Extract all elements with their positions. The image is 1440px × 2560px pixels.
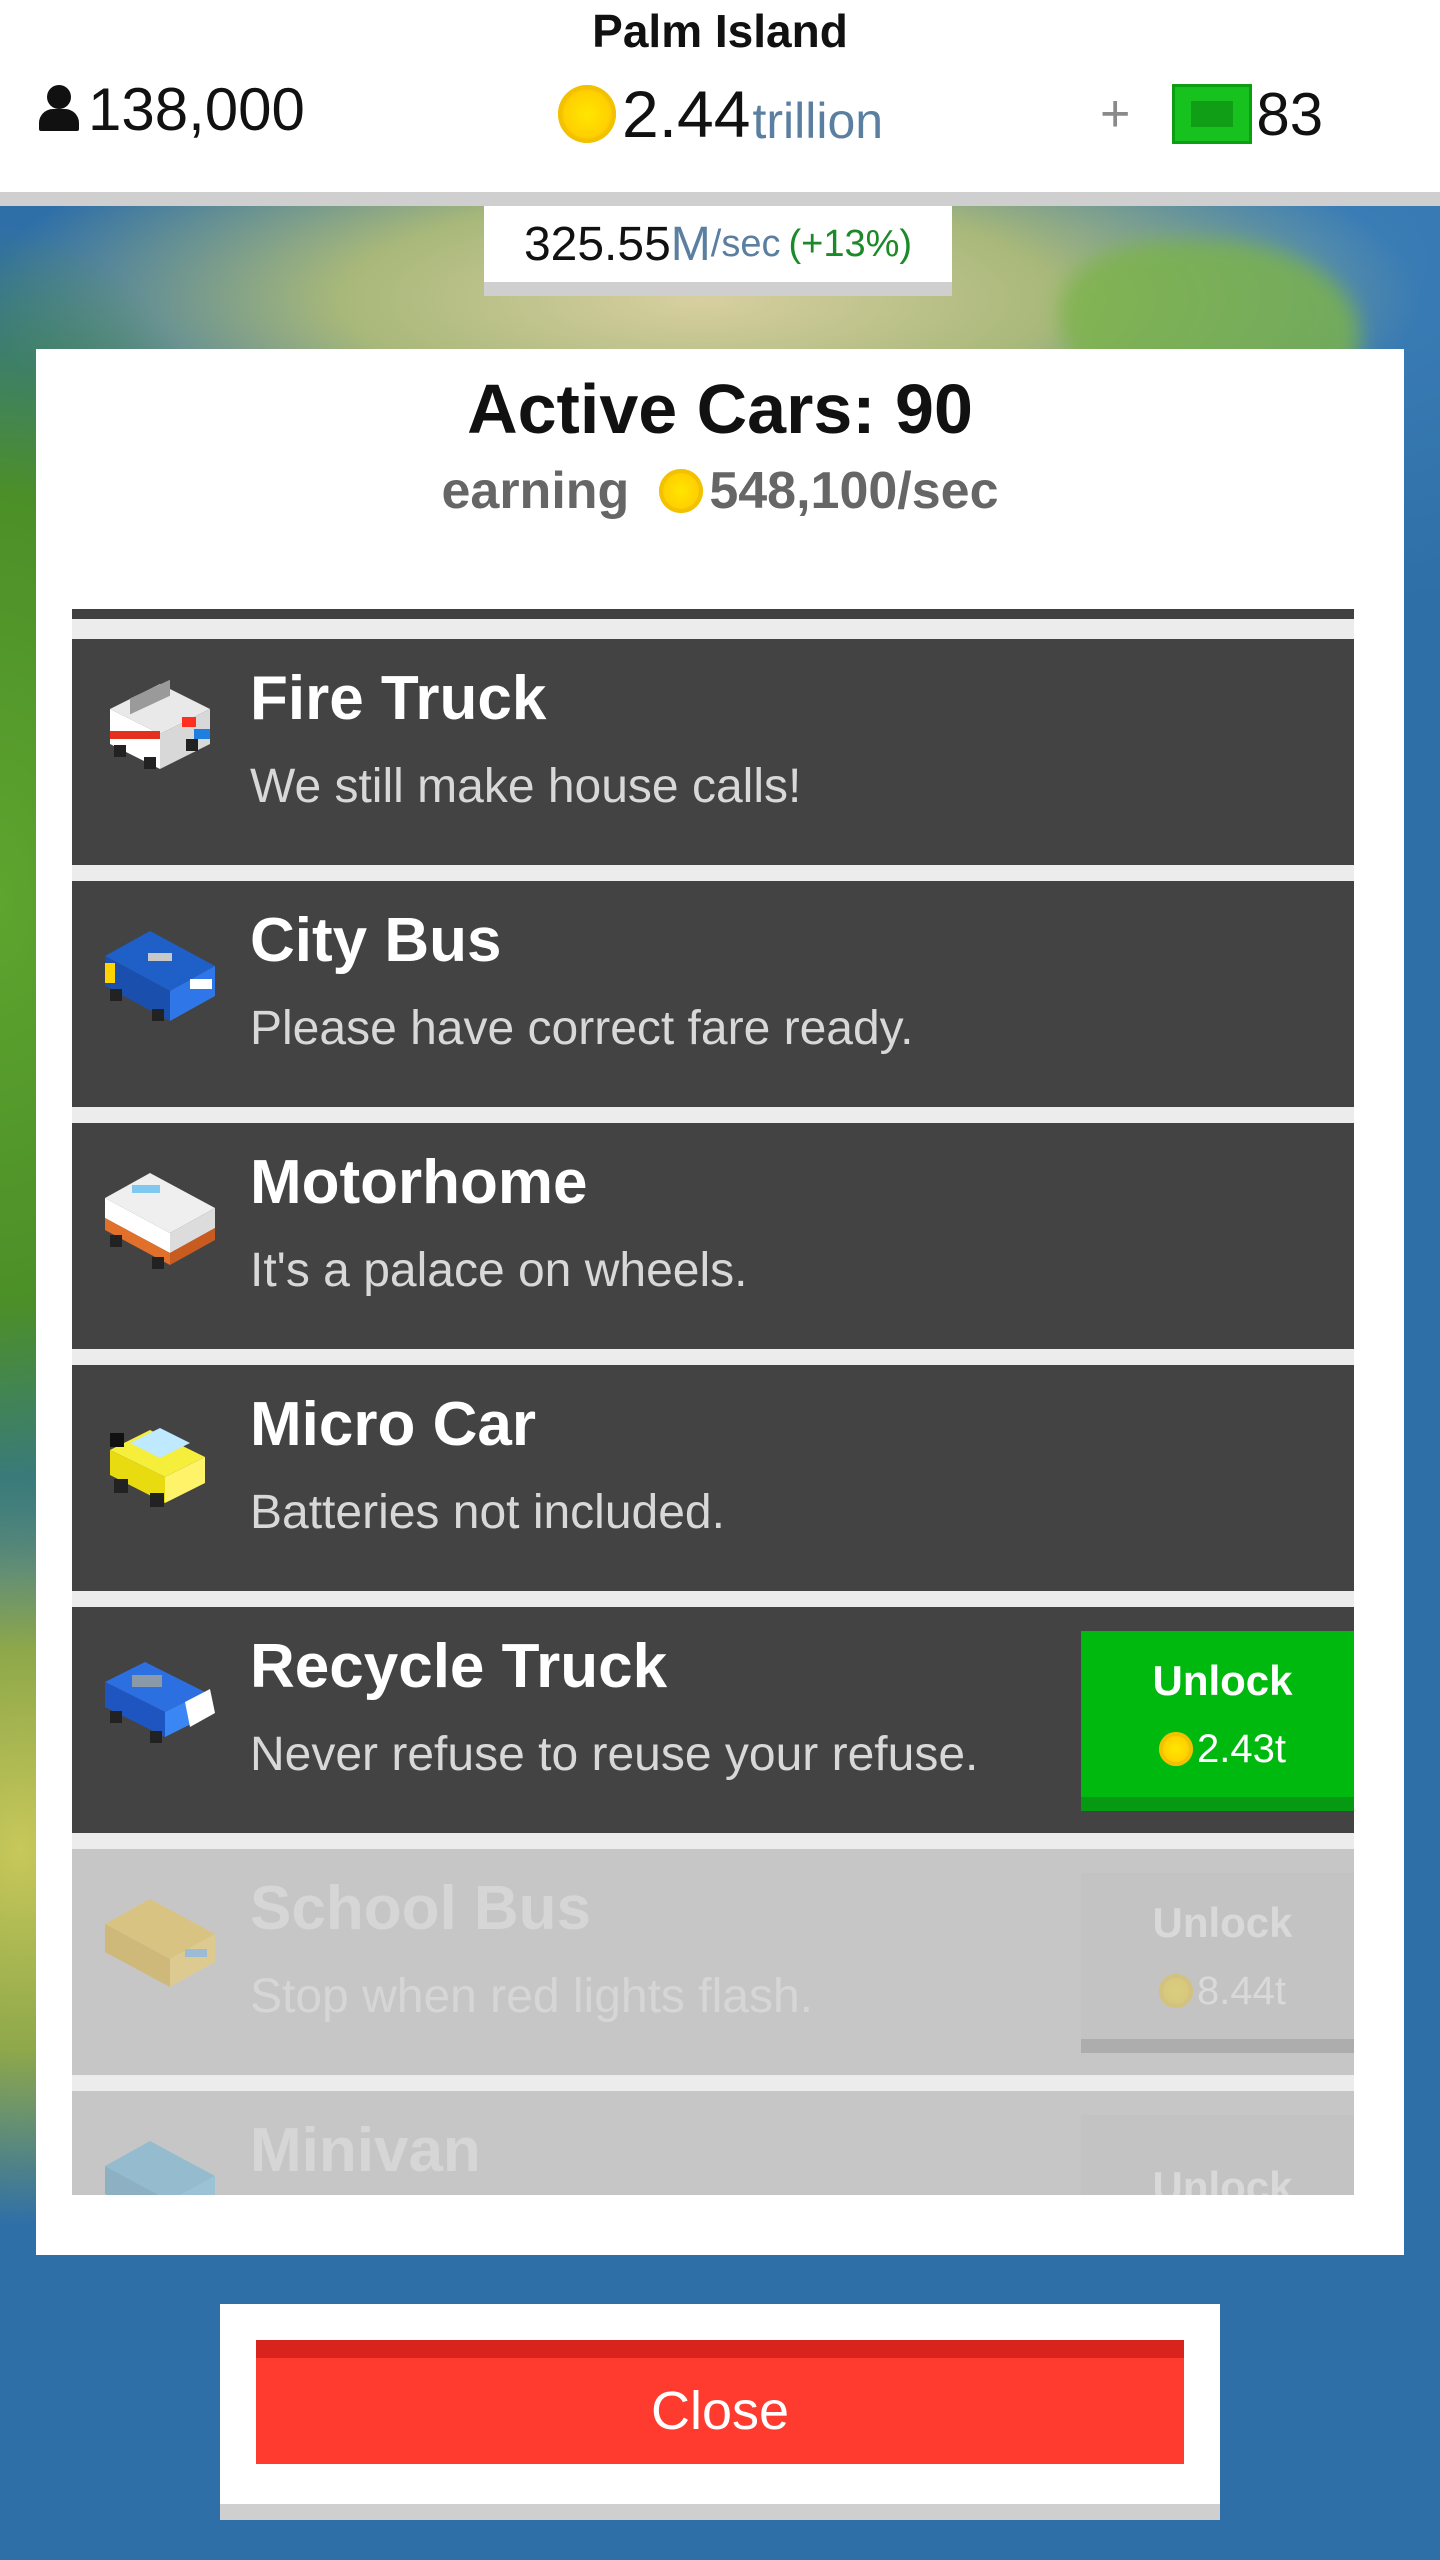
price-value: 8.44t [1197,1968,1286,2013]
money-amount: 2.44 [622,77,751,151]
unlock-price: 2.43t [1159,1727,1286,1772]
earning-line: earning 548,100/sec [36,461,1404,521]
person-icon [36,83,82,135]
coin-icon [659,469,704,513]
coin-icon [1159,1974,1194,2008]
unlock-label: Unlock [1152,1898,1293,1946]
top-bar: Palm Island 138,000 2.44 trillion + 83 [0,0,1440,206]
motorhome-icon [105,1173,215,1269]
list-item-motorhome[interactable]: Motorhome It's a palace on wheels. [72,1123,1354,1349]
unlock-label: Unlock [1152,2163,1293,2195]
vehicle-name: Fire Truck [250,664,547,733]
add-cash-button[interactable]: + [1100,84,1130,144]
money-display: 2.44 trillion [558,74,883,154]
money-unit: trillion [752,93,884,149]
list-item-school-bus[interactable]: School Bus Stop when red lights flash. U… [72,1849,1354,2075]
vehicle-name: Micro Car [250,1390,536,1459]
vehicle-list[interactable]: Fire Truck We still make house calls! Ci… [72,609,1354,2195]
list-divider [72,609,1354,619]
vehicle-name: City Bus [250,906,502,975]
school-bus-icon [105,1899,215,1987]
unlock-school-bus-button[interactable]: Unlock 8.44t [1081,1873,1354,2053]
list-item-city-bus[interactable]: City Bus Please have correct fare ready. [72,881,1354,1107]
unlock-minivan-button[interactable]: Unlock [1081,2115,1354,2195]
earning-value: 548,100/sec [709,462,999,520]
vehicle-name: Recycle Truck [250,1632,668,1701]
cash-display[interactable]: + 83 [1100,74,1323,154]
earning-label: earning [441,462,630,520]
close-container: Close [220,2304,1220,2520]
coin-icon [1159,1732,1194,1766]
unlock-recycle-truck-button[interactable]: Unlock 2.43t [1081,1631,1354,1811]
island-name: Palm Island [592,5,848,57]
cash-icon [1172,84,1253,144]
coin-icon [558,85,616,143]
vehicle-description: Never refuse to reuse your refuse. [250,1728,979,1781]
close-button[interactable]: Close [256,2340,1184,2464]
income-rate-tab: 325.55 M/sec (+13%) [484,206,952,296]
vehicle-description: It's a palace on wheels. [250,1244,748,1297]
vehicle-description: Please have correct fare ready. [250,1002,914,1055]
vehicle-description: We still make house calls! [250,760,802,813]
unlock-label: Unlock [1152,1656,1293,1704]
price-value: 2.43t [1197,1726,1286,1771]
rate-per: /sec [710,222,781,265]
list-item-micro-car[interactable]: Micro Car Batteries not included. [72,1365,1354,1591]
list-item-fire-truck[interactable]: Fire Truck We still make house calls! [72,639,1354,865]
list-item-minivan[interactable]: Minivan Unlock [72,2091,1354,2195]
cash-count: 83 [1256,80,1324,148]
vehicle-description: Stop when red lights flash. [250,1970,813,2023]
fire-truck-icon [110,679,210,769]
vehicle-name: School Bus [250,1874,592,1943]
vehicle-description: Batteries not included. [250,1486,725,1539]
city-bus-icon [105,931,215,1021]
rate-value: 325.55 [523,217,671,271]
active-cars-panel: Active Cars: 90 earning 548,100/sec Fire… [36,349,1404,2255]
population-display: 138,000 [36,74,305,144]
recycle-truck-icon [105,1662,215,1743]
unlock-price: 8.44t [1159,1969,1286,2014]
vehicle-name: Minivan [250,2116,481,2185]
rate-bonus: (+13%) [788,222,913,265]
minivan-icon [105,2141,215,2195]
list-item-recycle-truck[interactable]: Recycle Truck Never refuse to reuse your… [72,1607,1354,1833]
micro-car-icon [110,1428,205,1507]
vehicle-name: Motorhome [250,1148,588,1217]
rate-unit: M [670,217,711,271]
population-value: 138,000 [88,75,305,143]
panel-title: Active Cars: 90 [467,370,973,448]
